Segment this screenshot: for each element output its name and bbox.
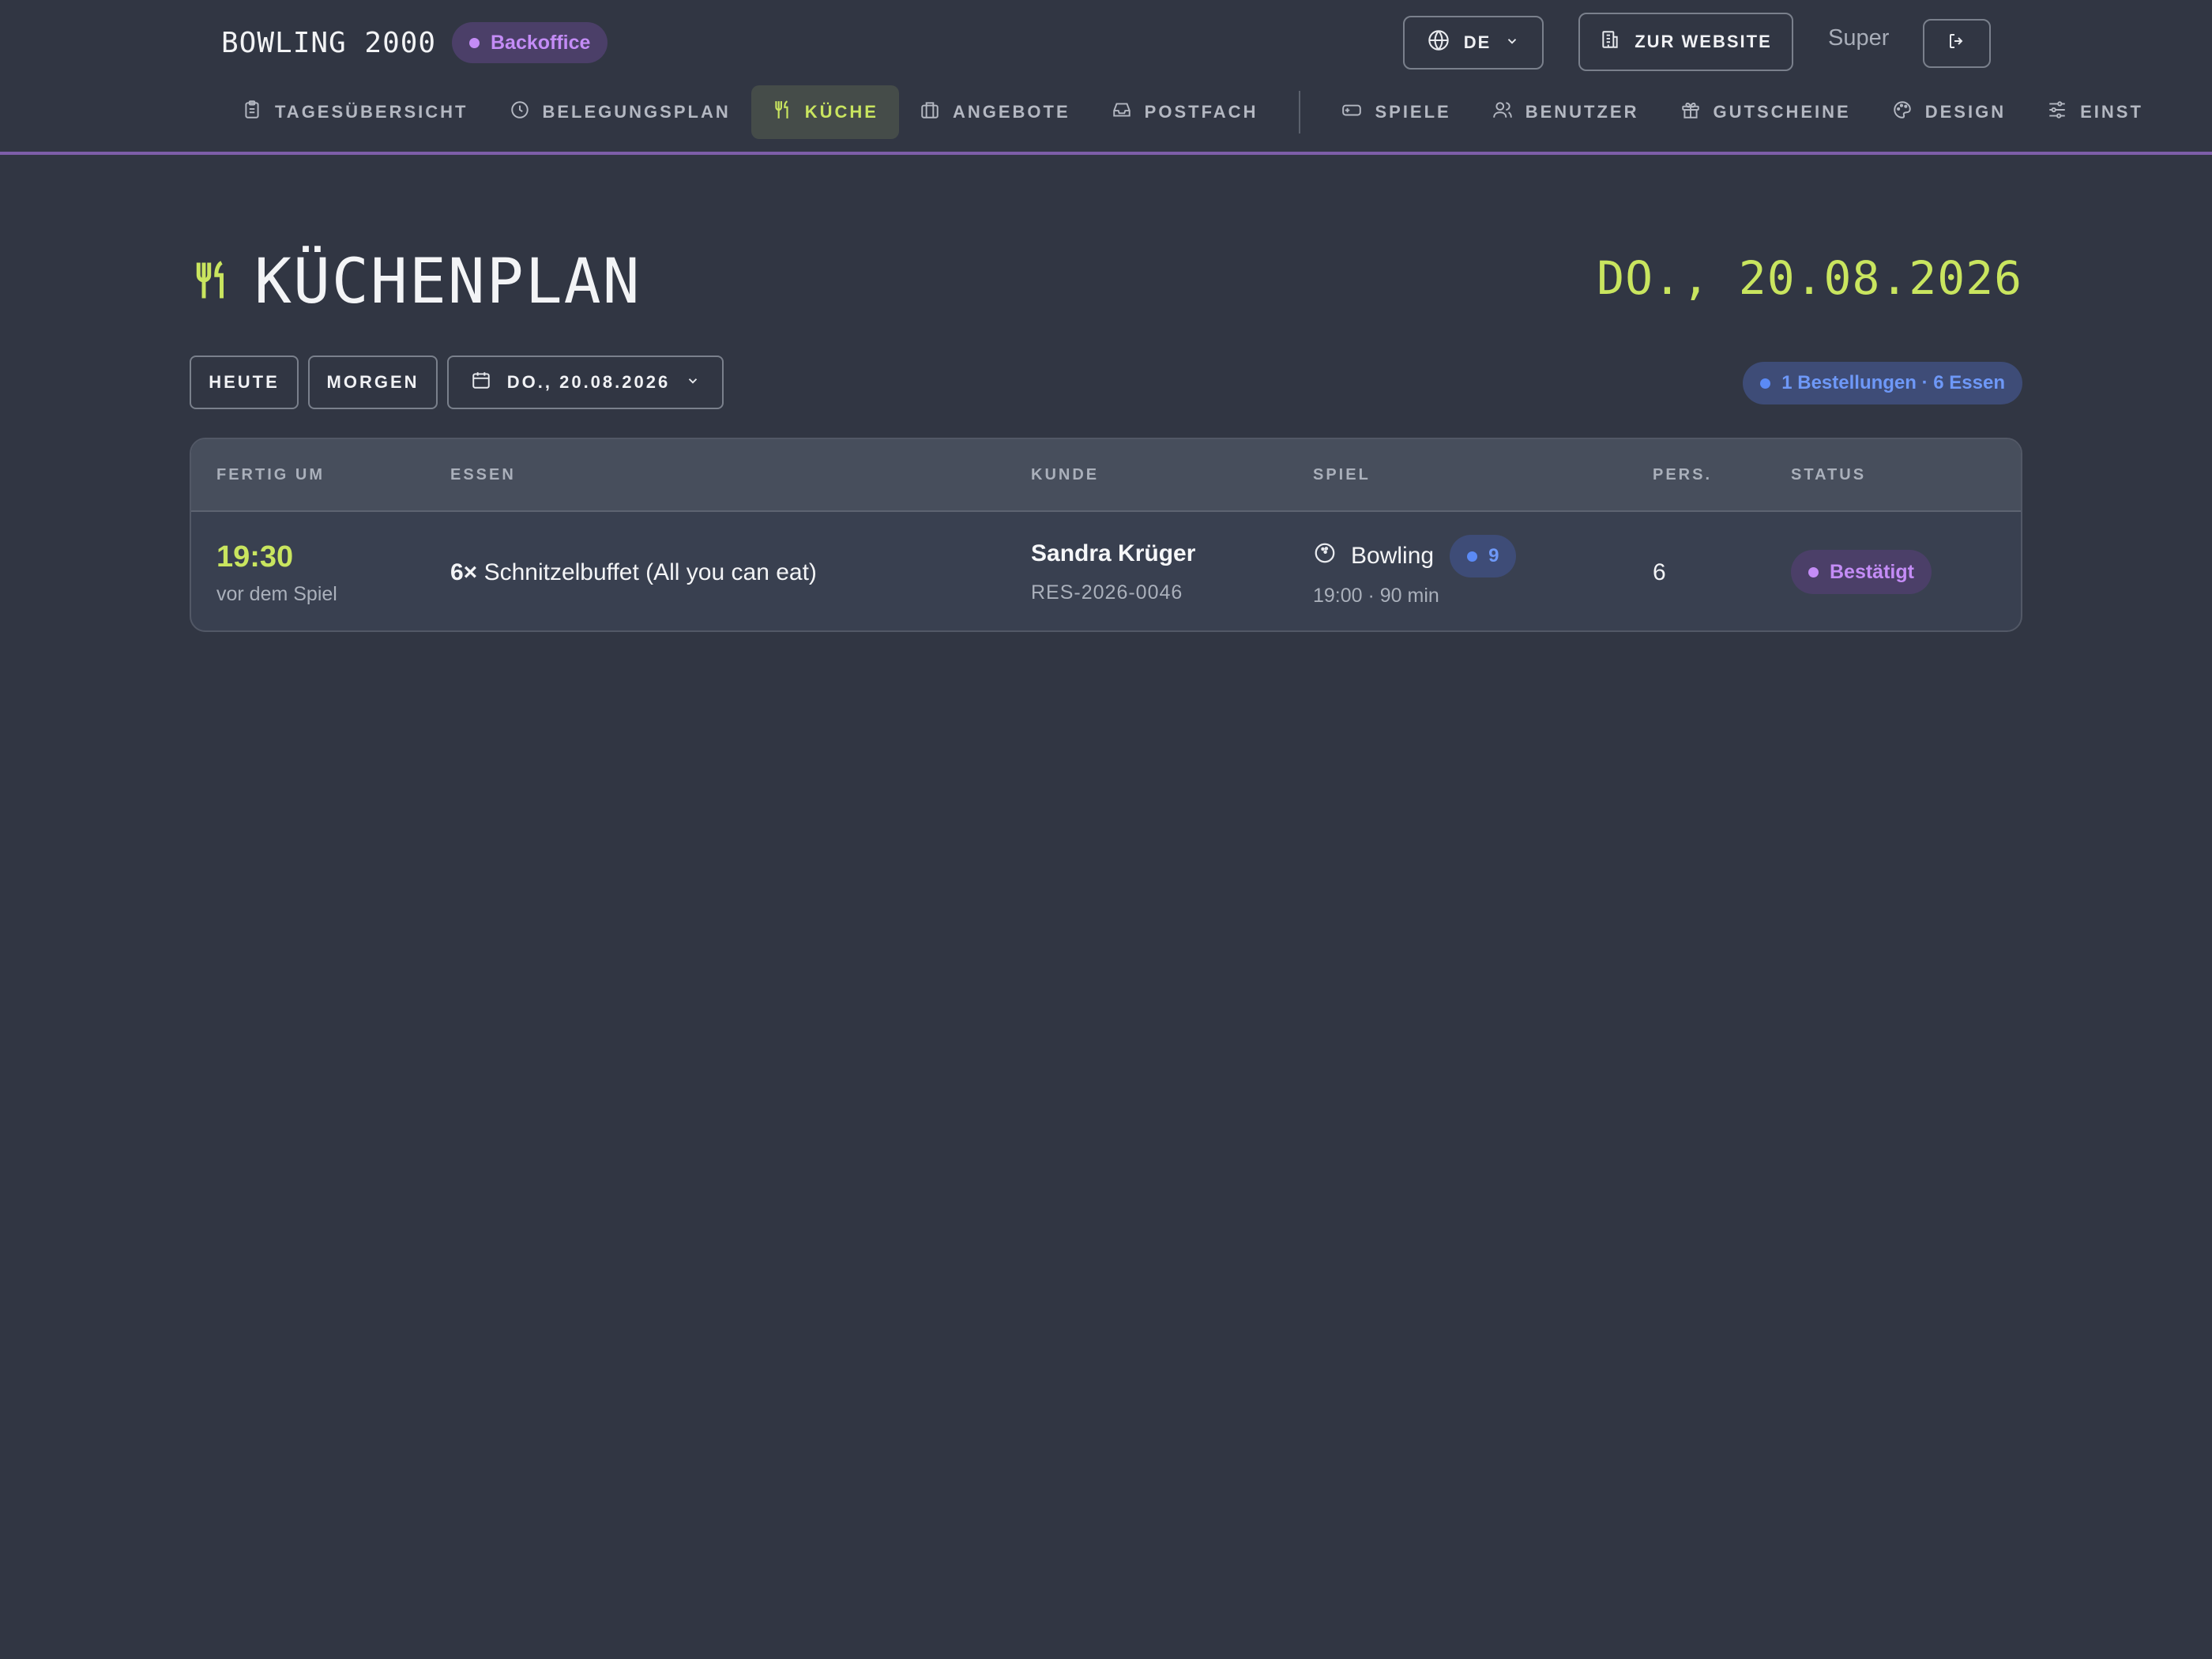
chevron-down-icon	[686, 372, 700, 393]
globe-icon	[1428, 29, 1450, 56]
bowling-ball-icon	[1313, 541, 1337, 571]
language-select[interactable]: DE	[1403, 16, 1544, 70]
calendar-icon	[471, 370, 491, 395]
nav-item-label: ANGEBOTE	[952, 102, 1070, 122]
nav-item-benutzer[interactable]: BENUTZER	[1472, 85, 1660, 139]
persons-count: 6	[1653, 559, 1666, 585]
summary-dot	[1760, 378, 1771, 389]
main-nav: TAGESÜBERSICHT BELEGUNGSPLAN KÜCHE ANGEB…	[221, 85, 2164, 139]
table-row[interactable]: 19:30 vor dem Spiel 6× Schnitzelbuffet (…	[191, 512, 2021, 630]
nav-divider	[1299, 91, 1301, 134]
inbox-icon	[1112, 100, 1132, 125]
user-name: Super	[1828, 25, 1890, 51]
nav-item-label: BENUTZER	[1525, 102, 1639, 122]
dish-cell: 6× Schnitzelbuffet (All you can eat)	[450, 559, 817, 586]
column-header-kunde[interactable]: KUNDE	[1031, 466, 1099, 484]
today-button[interactable]: HEUTE	[190, 356, 299, 409]
brand-logo[interactable]: BOWLING 2000	[221, 24, 436, 62]
clock-icon	[510, 100, 530, 125]
backoffice-badge-label: Backoffice	[491, 31, 591, 54]
briefcase-icon	[920, 100, 940, 125]
sliders-icon	[2047, 100, 2067, 125]
nav-item-design[interactable]: DESIGN	[1872, 85, 2026, 139]
current-date: DO., 20.08.2026	[1597, 251, 2022, 305]
building-icon	[1600, 29, 1620, 55]
date-picker-label: DO., 20.08.2026	[506, 372, 671, 392]
ready-time-note: vor dem Spiel	[216, 583, 337, 605]
column-header-essen[interactable]: ESSEN	[450, 466, 516, 484]
dish-name: Schnitzelbuffet (All you can eat)	[483, 559, 817, 585]
gamepad-icon	[1341, 100, 1362, 125]
chevron-down-icon	[1505, 32, 1519, 53]
website-button[interactable]: ZUR WEBSITE	[1578, 13, 1793, 71]
column-header-spiel[interactable]: SPIEL	[1313, 466, 1371, 484]
nav-item-postfach[interactable]: POSTFACH	[1091, 85, 1279, 139]
logout-button[interactable]	[1923, 19, 1991, 68]
lane-dot	[1467, 551, 1478, 562]
utensils-icon	[190, 256, 232, 309]
order-summary-text: 1 Bestellungen · 6 Essen	[1781, 372, 2005, 393]
order-summary-badge: 1 Bestellungen · 6 Essen	[1743, 362, 2022, 404]
top-header: BOWLING 2000 Backoffice DE ZUR WEBSITE S…	[0, 0, 2212, 155]
language-label: DE	[1463, 32, 1492, 52]
date-picker-button[interactable]: DO., 20.08.2026	[447, 356, 724, 409]
nav-item-tagesuebersicht[interactable]: TAGESÜBERSICHT	[221, 85, 489, 139]
status-dot	[1808, 566, 1819, 577]
tomorrow-button[interactable]: MORGEN	[308, 356, 438, 409]
nav-item-label: EINST	[2080, 102, 2143, 122]
nav-item-label: KÜCHE	[804, 102, 878, 122]
nav-item-gutscheine[interactable]: GUTSCHEINE	[1660, 85, 1872, 139]
reservation-id: RES-2026-0046	[1031, 581, 1183, 604]
lane-badge: 9	[1450, 535, 1517, 577]
palette-icon	[1892, 100, 1913, 125]
nav-item-label: BELEGUNGSPLAN	[542, 102, 731, 122]
clipboard-icon	[242, 100, 262, 125]
nav-item-spiele[interactable]: SPIELE	[1321, 85, 1471, 139]
game-cell: Bowling 9	[1313, 534, 1517, 578]
column-header-status[interactable]: STATUS	[1791, 466, 1866, 484]
nav-item-label: POSTFACH	[1144, 102, 1258, 122]
utensils-icon	[772, 100, 792, 125]
today-button-label: HEUTE	[209, 372, 280, 392]
page-title-text: KÜCHENPLAN	[254, 246, 641, 318]
table-header: FERTIG UM ESSEN KUNDE SPIEL PERS. STATUS	[191, 439, 2021, 512]
lane-number: 9	[1488, 545, 1499, 566]
website-button-label: ZUR WEBSITE	[1635, 32, 1772, 51]
column-header-pers[interactable]: PERS.	[1653, 466, 1712, 484]
status-badge: Bestätigt	[1791, 550, 1932, 594]
page-title: KÜCHENPLAN	[190, 246, 641, 318]
nav-item-label: SPIELE	[1375, 102, 1451, 122]
ready-time: 19:30	[216, 540, 294, 574]
column-header-fertig-um[interactable]: FERTIG UM	[216, 466, 325, 484]
badge-dot	[469, 37, 480, 48]
customer-name[interactable]: Sandra Krüger	[1031, 540, 1195, 567]
nav-item-label: DESIGN	[1924, 102, 2007, 122]
nav-item-label: TAGESÜBERSICHT	[275, 102, 468, 122]
nav-item-kueche[interactable]: KÜCHE	[750, 85, 899, 139]
nav-item-label: GUTSCHEINE	[1713, 102, 1851, 122]
gift-icon	[1680, 100, 1701, 125]
users-icon	[1492, 100, 1513, 125]
game-name: Bowling	[1351, 543, 1435, 569]
logout-icon	[1947, 32, 1966, 55]
tomorrow-button-label: MORGEN	[326, 372, 419, 392]
kitchen-table: FERTIG UM ESSEN KUNDE SPIEL PERS. STATUS…	[190, 438, 2022, 632]
dish-quantity: 6×	[450, 559, 478, 585]
nav-item-einstellungen[interactable]: EINST	[2026, 85, 2164, 139]
nav-item-belegungsplan[interactable]: BELEGUNGSPLAN	[489, 85, 751, 139]
status-label: Bestätigt	[1830, 560, 1914, 583]
nav-item-angebote[interactable]: ANGEBOTE	[899, 85, 1091, 139]
backoffice-badge: Backoffice	[452, 22, 608, 63]
game-time-info: 19:00 · 90 min	[1313, 585, 1439, 607]
